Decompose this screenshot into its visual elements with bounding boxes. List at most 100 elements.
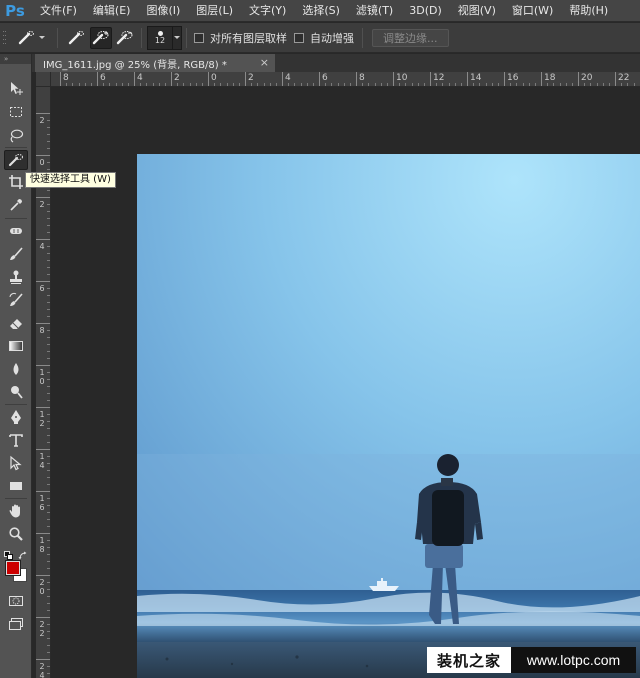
add-to-selection-button[interactable] <box>90 23 112 53</box>
add-to-selection-icon <box>90 27 112 49</box>
zoom-tool[interactable] <box>4 524 28 544</box>
ruler-minor-tick <box>153 83 154 86</box>
lasso-tool[interactable] <box>4 126 28 146</box>
menu-view[interactable]: 视图(V) <box>450 0 504 22</box>
ruler-tick <box>36 659 50 660</box>
brush-picker-dropdown[interactable] <box>173 26 182 50</box>
document-canvas-image[interactable] <box>137 154 640 678</box>
ruler-minor-tick <box>116 83 117 86</box>
ruler-label: 14 <box>39 452 45 470</box>
ruler-label: 4 <box>285 73 291 83</box>
ruler-minor-tick <box>72 83 73 86</box>
ruler-minor-tick <box>251 83 252 86</box>
ruler-minor-tick <box>227 83 228 86</box>
ruler-minor-tick <box>47 414 50 415</box>
document-tab[interactable]: IMG_1611.jpg @ 25% (背景, RGB/8) * × <box>35 54 275 72</box>
menu-filter[interactable]: 滤镜(T) <box>348 0 401 22</box>
ruler-minor-tick <box>47 498 50 499</box>
move-tool[interactable] <box>4 78 28 98</box>
ruler-minor-tick <box>381 83 382 86</box>
ruler-minor-tick <box>270 83 271 86</box>
ruler-minor-tick <box>47 645 50 646</box>
ruler-minor-tick <box>325 83 326 86</box>
ruler-minor-tick <box>368 83 369 86</box>
ruler-minor-tick <box>47 624 50 625</box>
ruler-minor-tick <box>405 83 406 86</box>
menu-image[interactable]: 图像(I) <box>138 0 188 22</box>
new-selection-button[interactable] <box>66 23 88 53</box>
ruler-minor-tick <box>47 470 50 471</box>
ruler-minor-tick <box>47 421 50 422</box>
tool-preset-picker[interactable] <box>16 23 46 53</box>
screen-mode-button[interactable] <box>4 614 28 634</box>
ruler-label: 6 <box>100 73 106 83</box>
menu-type[interactable]: 文字(Y) <box>241 0 294 22</box>
menu-window[interactable]: 窗口(W) <box>504 0 561 22</box>
panel-grip[interactable] <box>2 23 8 53</box>
sample-all-layers-option[interactable]: 对所有图层取样 <box>194 23 287 53</box>
swap-colors-icon[interactable] <box>18 546 28 560</box>
spot-healing-tool[interactable] <box>4 221 28 241</box>
ruler-minor-tick <box>47 120 50 121</box>
refine-edge-button[interactable]: 调整边缘... <box>372 29 449 47</box>
auto-enhance-checkbox[interactable] <box>294 33 304 43</box>
brush-tool[interactable] <box>4 244 28 264</box>
type-tool[interactable] <box>4 430 28 450</box>
ruler-minor-tick <box>350 83 351 86</box>
dodge-icon <box>11 386 23 399</box>
menu-edit[interactable]: 编辑(E) <box>85 0 139 22</box>
ruler-minor-tick <box>47 330 50 331</box>
default-colors-icon[interactable] <box>4 546 14 560</box>
ruler-tick <box>36 575 50 576</box>
auto-enhance-option[interactable]: 自动增强 <box>294 23 354 53</box>
dodge-tool[interactable] <box>4 382 28 402</box>
ruler-minor-tick <box>91 83 92 86</box>
pen-icon <box>11 410 21 424</box>
ruler-minor-tick <box>47 134 50 135</box>
pen-tool[interactable] <box>4 407 28 427</box>
menu-help[interactable]: 帮助(H) <box>561 0 616 22</box>
hand-tool[interactable] <box>4 501 28 521</box>
ruler-minor-tick <box>412 83 413 86</box>
sample-all-layers-checkbox[interactable] <box>194 33 204 43</box>
photoshop-logo: Ps <box>5 1 25 20</box>
horizontal-ruler[interactable]: 8 6 4 2 0 2 4 6 8 10 12 14 16 18 20 22 <box>51 72 640 87</box>
history-brush-tool[interactable] <box>4 290 28 310</box>
gradient-tool[interactable] <box>4 336 28 356</box>
ruler-tick <box>541 72 542 86</box>
shape-tool[interactable] <box>4 476 28 496</box>
menu-select[interactable]: 选择(S) <box>294 0 348 22</box>
ruler-minor-tick <box>510 83 511 86</box>
toolbar-collapse-icon[interactable]: » <box>0 54 31 64</box>
ruler-tick <box>245 72 246 86</box>
ruler-minor-tick <box>177 83 178 86</box>
ruler-minor-tick <box>47 337 50 338</box>
ruler-tick <box>430 72 431 86</box>
ruler-origin[interactable] <box>36 72 51 87</box>
ruler-label: 6 <box>39 284 45 293</box>
ruler-minor-tick <box>128 83 129 86</box>
subtract-from-selection-button[interactable] <box>114 23 136 53</box>
zoom-icon <box>9 527 23 541</box>
tool-tooltip: 快速选择工具 (W) <box>25 172 116 188</box>
foreground-color-swatch[interactable] <box>5 560 21 576</box>
quick-selection-tool[interactable] <box>4 150 28 170</box>
menu-layer[interactable]: 图层(L) <box>188 0 241 22</box>
marquee-tool[interactable] <box>4 102 28 122</box>
quick-mask-button[interactable] <box>4 591 28 611</box>
ruler-minor-tick <box>220 83 221 86</box>
path-selection-tool[interactable] <box>4 453 28 473</box>
eraser-tool[interactable] <box>4 313 28 333</box>
ruler-minor-tick <box>461 83 462 86</box>
menu-file[interactable]: 文件(F) <box>30 0 85 22</box>
eyedropper-tool[interactable] <box>4 195 28 215</box>
ruler-minor-tick <box>529 83 530 86</box>
brush-picker[interactable]: 12 <box>147 23 182 53</box>
clone-stamp-tool[interactable] <box>4 267 28 287</box>
ruler-tick <box>36 491 50 492</box>
menu-3d[interactable]: 3D(D) <box>401 0 450 22</box>
ruler-minor-tick <box>362 83 363 86</box>
blur-tool[interactable] <box>4 359 28 379</box>
ruler-minor-tick <box>47 666 50 667</box>
close-tab-icon[interactable]: × <box>260 56 269 69</box>
